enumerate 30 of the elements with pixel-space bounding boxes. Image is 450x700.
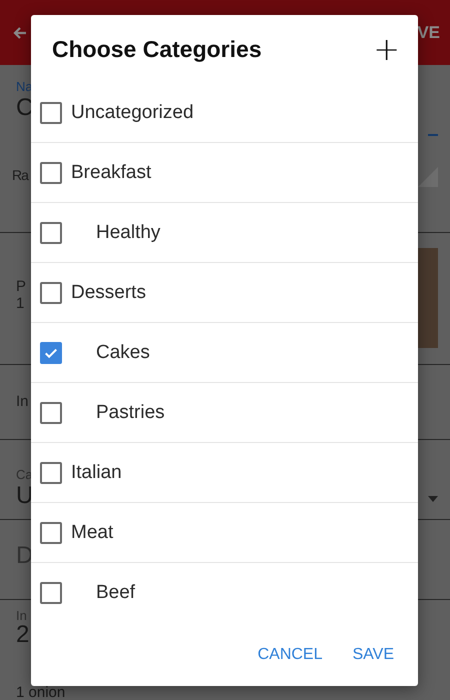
add-button[interactable]: +	[369, 33, 404, 65]
field-value: 1	[16, 295, 26, 312]
save-action[interactable]: VE	[417, 22, 440, 42]
category-label[interactable]: Desserts	[71, 282, 146, 304]
back-arrow-icon[interactable]	[12, 24, 28, 40]
category-label[interactable]: Meat	[71, 522, 114, 544]
dialog-title: Choose Categories	[52, 36, 262, 62]
ingredient-line: 1 onion	[16, 686, 66, 699]
checkbox[interactable]	[40, 342, 62, 364]
checkbox[interactable]	[40, 462, 62, 484]
checkbox[interactable]	[40, 282, 62, 304]
checkbox[interactable]	[40, 162, 62, 184]
caret-icon	[428, 496, 438, 502]
cancel-button[interactable]: CANCEL	[250, 638, 330, 672]
checkbox[interactable]	[40, 402, 62, 424]
checkbox[interactable]	[40, 222, 62, 244]
category-label[interactable]: Pastries	[96, 402, 165, 424]
field-label: In	[16, 393, 29, 410]
category-label[interactable]: Breakfast	[71, 162, 152, 184]
category-label[interactable]: Uncategorized	[71, 102, 194, 124]
checkbox[interactable]	[40, 582, 62, 604]
category-label[interactable]: Healthy	[96, 222, 160, 244]
category-label[interactable]: Beef	[96, 582, 136, 604]
category-label[interactable]: Italian	[71, 462, 122, 484]
checkbox[interactable]	[40, 522, 62, 544]
save-button[interactable]: SAVE	[344, 638, 402, 672]
category-label[interactable]: Cakes	[96, 342, 150, 364]
checkbox[interactable]	[40, 102, 62, 124]
field-label: P	[16, 278, 26, 295]
field-label: Ra	[12, 167, 28, 183]
